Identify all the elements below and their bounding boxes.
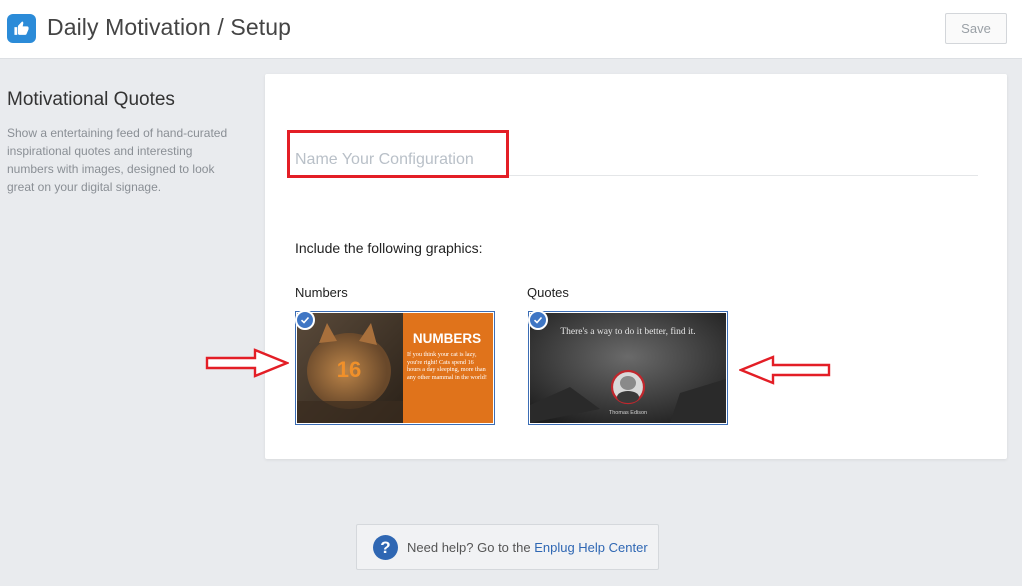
numbers-graphic-label: Numbers	[295, 285, 348, 300]
config-card: Include the following graphics: Numbers	[265, 74, 1007, 459]
quotes-preview-text: There's a way to do it better, find it.	[560, 327, 696, 337]
help-center-link[interactable]: Enplug Help Center	[534, 540, 647, 555]
page-title: Daily Motivation / Setup	[47, 14, 292, 40]
help-panel: ? Need help? Go to the Enplug Help Cente…	[356, 524, 659, 570]
help-prefix: Need help? Go to the	[407, 540, 535, 555]
numbers-preview-image: 16 NUMBERS If you think your cat is lazy…	[297, 313, 493, 423]
help-text: Need help? Go to the Enplug Help Center	[407, 540, 648, 555]
quotes-graphic-thumbnail[interactable]: There's a way to do it better, find it. …	[528, 310, 728, 425]
help-question-icon: ?	[373, 535, 398, 560]
right-arrow-icon	[205, 348, 289, 378]
quotes-preview-image: There's a way to do it better, find it. …	[530, 313, 726, 423]
app-description: Show a entertaining feed of hand-curated…	[7, 126, 228, 194]
app-name-heading: Motivational Quotes	[7, 89, 175, 110]
include-graphics-label: Include the following graphics:	[295, 240, 483, 256]
save-button[interactable]: Save	[945, 13, 1007, 44]
checkmark-icon	[528, 310, 548, 330]
numbers-preview-body: If you think your cat is lazy, you're ri…	[407, 351, 487, 381]
quotes-preview-author: Thomas Edison	[609, 410, 647, 416]
numbers-preview-heading: NUMBERS	[413, 331, 481, 346]
left-arrow-icon	[739, 355, 831, 385]
checkmark-icon	[295, 310, 315, 330]
numbers-graphic-thumbnail[interactable]: 16 NUMBERS If you think your cat is lazy…	[295, 310, 495, 425]
thumbs-up-icon	[7, 14, 36, 43]
top-bar: Daily Motivation / Setup Save	[0, 0, 1022, 59]
numbers-preview-big-number: 16	[337, 357, 361, 382]
quotes-graphic-label: Quotes	[527, 285, 569, 300]
configuration-name-input[interactable]	[294, 144, 978, 176]
